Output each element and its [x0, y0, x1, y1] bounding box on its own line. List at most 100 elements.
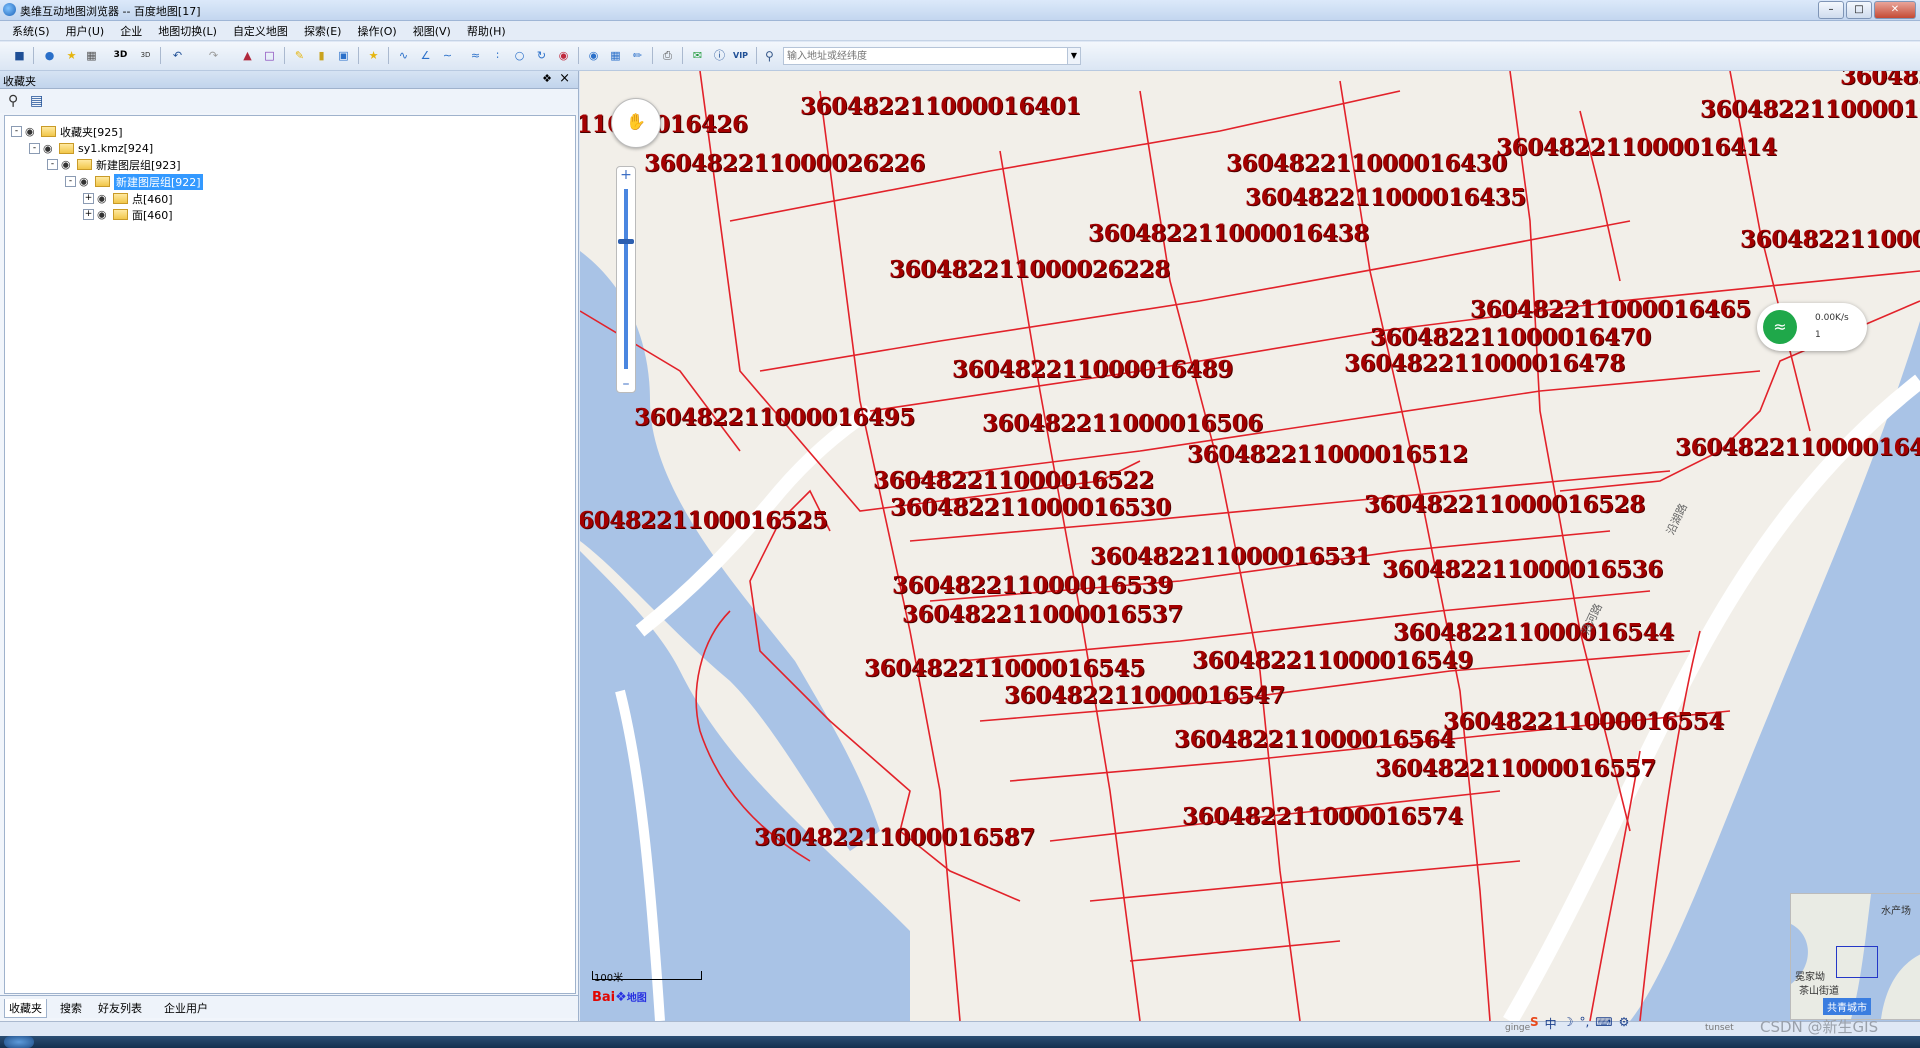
parcel-label[interactable]: 360482211000016465: [1470, 296, 1751, 323]
parcel-label[interactable]: 360482211000016564: [1174, 726, 1455, 753]
tree-node-layer-group[interactable]: - ◉ 新建图层组[923]: [47, 156, 181, 173]
user-icon[interactable]: ●: [42, 48, 57, 63]
ime-item[interactable]: 中: [1545, 1015, 1557, 1032]
info-icon[interactable]: ⓘ: [712, 48, 727, 63]
3d-2d-toggle-icon[interactable]: 3D: [138, 48, 153, 63]
zoom-slider-thumb[interactable]: [618, 239, 634, 244]
parcel-label[interactable]: 360482211000016574: [1182, 803, 1463, 830]
menu-map-switch[interactable]: 地图切换(L): [158, 23, 217, 39]
menu-operate[interactable]: 操作(O): [357, 23, 396, 39]
parcel-label[interactable]: 360482: [1840, 71, 1920, 90]
parcel-label[interactable]: 360482211000026228: [889, 256, 1170, 283]
print-icon[interactable]: ⎙: [660, 48, 675, 63]
close-button[interactable]: ✕: [1874, 1, 1916, 19]
eye-icon[interactable]: ◉: [25, 125, 39, 138]
eye-icon[interactable]: ◉: [79, 175, 93, 188]
tab-friends[interactable]: 好友列表: [94, 999, 146, 1017]
tab-search[interactable]: 搜索: [56, 999, 86, 1017]
parcel-label[interactable]: 360482211000016539: [892, 572, 1173, 599]
parcel-label[interactable]: 360482211000016544: [1393, 619, 1674, 646]
parcel-label[interactable]: 360482211000016050: [1700, 96, 1920, 123]
expand-icon[interactable]: +: [83, 209, 94, 220]
parcel-label[interactable]: 360482211000016430: [1226, 150, 1507, 177]
menu-custom-map[interactable]: 自定义地图: [233, 23, 288, 39]
collapse-icon[interactable]: -: [11, 126, 22, 137]
search-dropdown-icon[interactable]: ▼: [1067, 47, 1081, 65]
pan-control[interactable]: ✋: [611, 98, 661, 148]
eye-icon[interactable]: ◉: [61, 158, 75, 171]
parcel-label[interactable]: 360482211000016512: [1187, 441, 1468, 468]
save-icon[interactable]: ■: [12, 48, 27, 63]
parcel-label[interactable]: 360482211000016549: [1192, 647, 1473, 674]
delete-icon[interactable]: ▲: [240, 48, 255, 63]
minimize-button[interactable]: –: [1818, 1, 1844, 19]
collapse-icon[interactable]: -: [65, 176, 76, 187]
start-button[interactable]: [4, 1036, 34, 1048]
menu-explore[interactable]: 探索(E): [304, 23, 342, 39]
parcel-label[interactable]: 360482211000016506: [982, 410, 1263, 437]
menu-user[interactable]: 用户(U): [66, 23, 105, 39]
overview-viewport[interactable]: [1836, 946, 1878, 978]
parcel-label[interactable]: 360482211000016545: [864, 655, 1145, 682]
select-rect-icon[interactable]: □: [262, 48, 277, 63]
btn-3d[interactable]: 3D: [113, 48, 128, 63]
overview-map[interactable]: 水产场 冕家坳 茶山街道 共青城市: [1790, 893, 1920, 1020]
eye-icon[interactable]: ◉: [97, 192, 111, 205]
collapse-icon[interactable]: -: [47, 159, 58, 170]
ime-item[interactable]: ⚙: [1619, 1015, 1630, 1032]
zoom-out-icon[interactable]: –: [617, 376, 635, 392]
tree-node-layer-group-selected[interactable]: - ◉ 新建图层组[922]: [65, 173, 203, 190]
parcel-label[interactable]: 360482211000016587: [754, 824, 1035, 851]
tree-node-points[interactable]: + ◉ 点[460]: [83, 190, 173, 207]
tab-enterprise-users[interactable]: 企业用户: [160, 999, 212, 1017]
parcel-label[interactable]: 360482211000016554: [1443, 708, 1724, 735]
circle-icon[interactable]: ○: [512, 48, 527, 63]
parcel-label[interactable]: 11000016426: [580, 111, 748, 138]
ruler-icon[interactable]: ▮: [314, 48, 329, 63]
refresh-icon[interactable]: ↻: [534, 48, 549, 63]
parcel-label[interactable]: 360482211000026226: [644, 150, 925, 177]
parcel-label[interactable]: 360482211000016435: [1245, 184, 1526, 211]
collapse-icon[interactable]: -: [29, 143, 40, 154]
image-icon[interactable]: ▦: [608, 48, 623, 63]
tree-node-kmz[interactable]: - ◉ sy1.kmz[924]: [29, 140, 153, 157]
polyline-icon[interactable]: ∿: [396, 48, 411, 63]
parcel-label[interactable]: 360482211000016547: [1004, 682, 1285, 709]
tree-node-favorites[interactable]: - ◉ 收藏夹[925]: [11, 123, 123, 140]
vip-button[interactable]: VIP: [733, 48, 748, 63]
angle-icon[interactable]: ∠: [418, 48, 433, 63]
tab-favorites[interactable]: 收藏夹: [4, 999, 47, 1018]
parcel-label[interactable]: 360482211000016438: [1088, 220, 1369, 247]
network-speed-widget[interactable]: ≈ 0.00K/s 1: [1757, 303, 1867, 351]
parcel-label[interactable]: 360482211000016557: [1375, 755, 1656, 782]
zoom-control[interactable]: + –: [616, 166, 636, 393]
eye-icon[interactable]: ◉: [97, 208, 111, 221]
ime-item[interactable]: ☽: [1563, 1015, 1574, 1032]
search-input[interactable]: [783, 47, 1071, 65]
parcel-label[interactable]: 360482211000016401: [800, 93, 1081, 120]
points-icon[interactable]: ∶: [490, 48, 505, 63]
parcel-label[interactable]: 360482211000016522: [873, 467, 1154, 494]
parcel-label[interactable]: 360482211000016445: [1675, 434, 1920, 461]
parcel-label[interactable]: 360482211000016530: [890, 494, 1171, 521]
building-icon[interactable]: ▦: [84, 48, 99, 63]
sogou-icon[interactable]: S: [1530, 1015, 1539, 1032]
screen-icon[interactable]: ▣: [336, 48, 351, 63]
zoom-slider-track[interactable]: [624, 189, 628, 369]
menu-enterprise[interactable]: 企业: [120, 23, 142, 39]
parcel-label[interactable]: 360482211000016536: [1382, 556, 1663, 583]
parcel-label[interactable]: 6048221100016525: [580, 507, 828, 534]
ime-item[interactable]: °,: [1579, 1015, 1589, 1032]
chat-icon[interactable]: ✉: [690, 48, 705, 63]
track-icon[interactable]: ≈: [468, 48, 483, 63]
mark-star-icon[interactable]: ★: [366, 48, 381, 63]
map-view[interactable]: 360482211000016401 360482 36048221100001…: [580, 71, 1920, 1021]
expand-icon[interactable]: +: [83, 193, 94, 204]
tree-node-polygons[interactable]: + ◉ 面[460]: [83, 206, 173, 223]
redo-icon[interactable]: ↷: [206, 48, 221, 63]
zoom-in-icon[interactable]: +: [617, 167, 635, 183]
curve-icon[interactable]: ∼: [440, 48, 455, 63]
parcel-label[interactable]: 360482211000016531: [1090, 543, 1371, 570]
pin-icon[interactable]: ❖: [542, 72, 552, 85]
globe-icon[interactable]: ◉: [586, 48, 601, 63]
